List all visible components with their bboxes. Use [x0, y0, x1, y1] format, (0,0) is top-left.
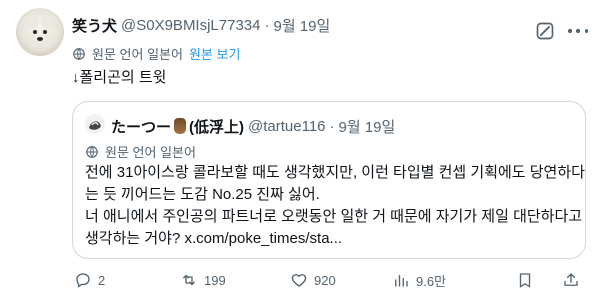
reply-icon — [76, 273, 90, 288]
tweet-date[interactable]: 9월 19일 — [274, 15, 331, 36]
grok-icon[interactable] — [535, 21, 555, 41]
globe-icon — [86, 145, 98, 158]
quote-text-line: 생각하는 거야? x.com/poke_times/sta... — [85, 230, 343, 247]
quote-display-name-suffix: (低浮上) — [189, 119, 245, 136]
separator: · — [264, 17, 270, 34]
display-name[interactable]: 笑う犬 — [72, 15, 117, 36]
views-icon — [395, 274, 408, 287]
quote-translate-label: 원문 언어 일본어 — [105, 145, 196, 160]
share-button[interactable] — [562, 268, 580, 292]
like-icon — [291, 274, 307, 287]
user-handle[interactable]: @S0X9BMIsjL77334 — [121, 17, 260, 34]
quote-text-line: 전에 31아이스랑 콜라보할 때도 생각했지만, 이런 타입별 컨셉 기획에도 … — [85, 164, 585, 181]
avatar-eye — [33, 30, 37, 34]
tweet-header: 笑う犬 @S0X9BMIsjL77334 · 9월 19일 — [72, 15, 330, 36]
bookmark-icon — [519, 273, 531, 288]
reply-button[interactable]: 2 — [74, 268, 105, 292]
avatar-nose — [37, 37, 43, 41]
reply-count: 2 — [98, 272, 106, 288]
translate-row: 원문 언어 일본어 원본 보기 — [72, 44, 240, 63]
quote-separator: · — [329, 118, 335, 135]
avatar-eye — [43, 30, 47, 34]
translate-label: 원문 언어 일본어 — [92, 47, 183, 62]
quote-display-name-main: たーつー — [111, 119, 172, 136]
avatar[interactable] — [16, 8, 64, 56]
retweet-count: 199 — [204, 272, 226, 288]
views-count: 9.6만 — [416, 273, 447, 289]
quote-text-line: 너 애니에서 주인공의 파트너로 오랫동안 일한 거 때문에 자기가 제일 대단… — [85, 208, 583, 225]
tweet-text: ↓폴리곤의 트윗 — [72, 69, 167, 86]
quote-header: たーつー (低浮上) @tartue116 · 9월 19일 — [111, 116, 395, 137]
quote-text: 전에 31아이스랑 콜라보할 때도 생각했지만, 이런 타입별 컨셉 기획에도 … — [85, 162, 585, 250]
quote-avatar-image — [85, 114, 105, 134]
like-button[interactable]: 920 — [290, 268, 336, 292]
quote-date[interactable]: 9월 19일 — [339, 116, 396, 137]
quote-handle[interactable]: @tartue116 — [248, 118, 326, 135]
quote-text-line: 는 듯 끼어드는 도감 No.25 진짜 싫어. — [85, 186, 320, 203]
bookmark-button[interactable] — [516, 268, 534, 292]
share-icon — [564, 273, 578, 286]
retweet-button[interactable]: 199 — [180, 268, 226, 292]
like-count: 920 — [314, 272, 336, 288]
globe-icon — [73, 47, 85, 60]
retweet-icon — [183, 274, 195, 286]
show-original-link[interactable]: 원본 보기 — [189, 44, 240, 63]
quoted-tweet[interactable]: たーつー (低浮上) @tartue116 · 9월 19일 원문 언어 일본어 … — [72, 101, 586, 259]
avatar-ear — [26, 16, 38, 28]
views-button[interactable]: 9.6만 — [392, 268, 446, 292]
avatar-ear — [42, 16, 54, 28]
quote-translate-row: 원문 언어 일본어 — [85, 142, 196, 161]
quote-display-name[interactable]: たーつー (低浮上) — [111, 116, 244, 137]
action-bar: 2 199 920 9.6만 — [72, 268, 588, 292]
quote-avatar[interactable] — [85, 114, 105, 134]
more-icon[interactable] — [568, 21, 588, 41]
jar-emoji-icon — [174, 118, 187, 134]
